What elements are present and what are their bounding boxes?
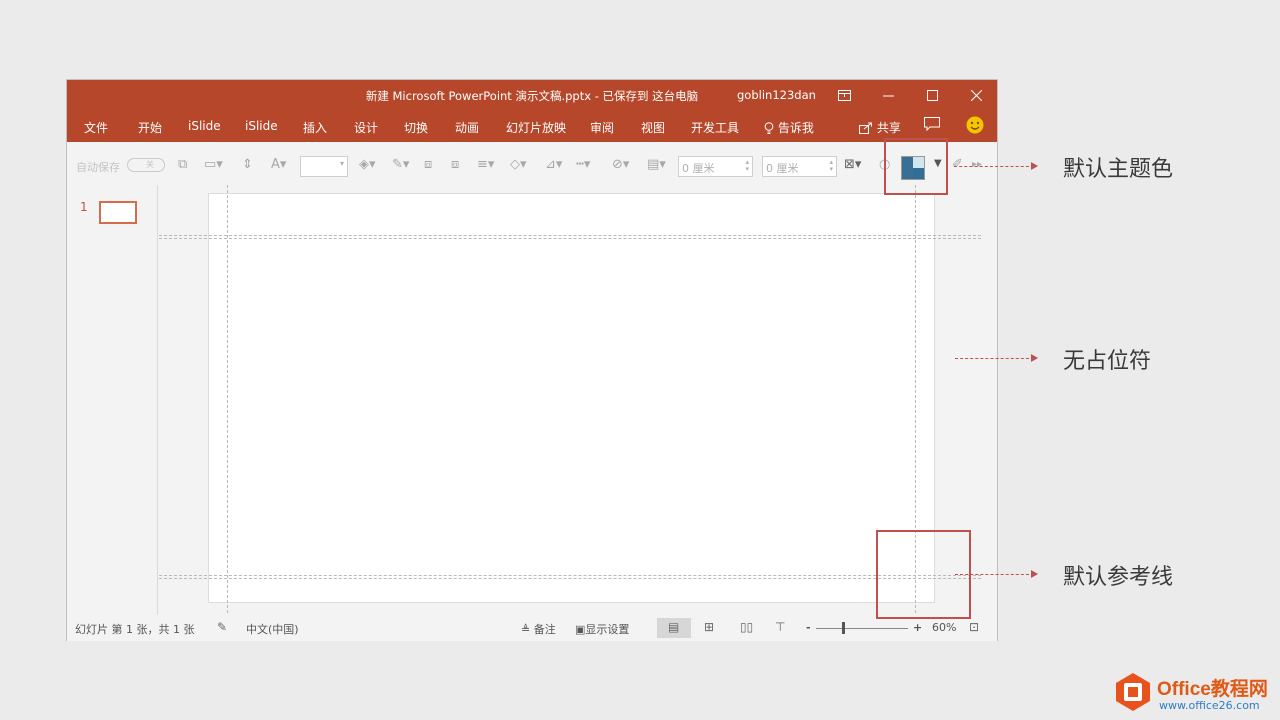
reading-view-icon[interactable]: ▯▯	[740, 620, 753, 634]
display-settings-icon: ▣	[575, 623, 586, 636]
tab-home[interactable]: 开始	[138, 119, 162, 136]
lightbulb-icon	[764, 122, 774, 134]
shape-height-field[interactable]: 0 厘米 ▴ ▾	[762, 156, 837, 177]
language-indicator[interactable]: 中文(中国)	[246, 621, 299, 637]
tab-transitions[interactable]: 切换	[404, 119, 428, 136]
zoom-out-button[interactable]: -	[806, 621, 811, 634]
slide-number: 1	[80, 200, 88, 214]
tab-insert[interactable]: 插入	[303, 119, 327, 136]
tab-animations[interactable]: 动画	[455, 119, 479, 136]
fit-to-window-icon[interactable]: ⊡	[969, 620, 979, 634]
paste-icon[interactable]: ▤▾	[647, 157, 666, 172]
shapes-icon[interactable]: ◇▾	[510, 157, 527, 172]
share-button[interactable]: 共享	[859, 119, 901, 136]
spacing-icon[interactable]: ⇕	[242, 157, 253, 172]
guide-line-left[interactable]	[227, 185, 228, 613]
feedback-smiley-icon[interactable]	[966, 116, 984, 137]
callout-label-no-placeholder: 无占位符	[1063, 349, 1152, 374]
tell-me-label: 告诉我	[777, 121, 814, 135]
watermark-url: www.office26.com	[1159, 699, 1260, 712]
slide-thumbnail[interactable]	[99, 201, 137, 224]
slide-thumbnail-pane: 1	[67, 185, 157, 615]
spell-check-icon[interactable]: ✎	[217, 620, 227, 634]
share-label: 共享	[876, 121, 901, 135]
zoom-in-button[interactable]: +	[913, 621, 922, 634]
normal-view-icon[interactable]: ▤	[668, 620, 679, 634]
pane-divider[interactable]	[157, 185, 158, 615]
tab-file[interactable]: 文件	[84, 119, 108, 136]
notes-label: 备注	[533, 623, 556, 636]
display-settings-label: 显示设置	[585, 623, 630, 636]
window-title: 新建 Microsoft PowerPoint 演示文稿.pptx - 已保存到…	[365, 89, 699, 103]
powerpoint-window: 新建 Microsoft PowerPoint 演示文稿.pptx - 已保存到…	[66, 79, 998, 641]
ungroup-icon[interactable]: ⧈	[451, 157, 459, 172]
callout-arrow-placeholder	[955, 358, 1034, 359]
guide-line-bottom[interactable]	[159, 575, 981, 576]
slide-sorter-icon[interactable]: ⊞	[704, 620, 714, 634]
slideshow-view-icon[interactable]: ⊤	[775, 620, 785, 634]
font-size-select[interactable]: ▾	[300, 156, 348, 177]
notes-icon: ≜	[521, 623, 534, 636]
callout-label-theme-color: 默认主题色	[1063, 157, 1174, 182]
slide-canvas[interactable]	[208, 193, 935, 603]
theme-color-highlight	[884, 138, 948, 195]
shape-width-field[interactable]: 0 厘米 ▴ ▾	[678, 156, 753, 177]
autosave-toggle[interactable]: 关	[127, 158, 165, 172]
zoom-slider-thumb[interactable]	[842, 622, 845, 634]
autosave-label: 自动保存	[76, 161, 120, 174]
guide-line-top[interactable]	[159, 235, 981, 236]
line-weight-icon[interactable]: ≡▾	[477, 157, 494, 172]
tab-developer[interactable]: 开发工具	[691, 119, 739, 136]
align-icon[interactable]: ⊿▾	[545, 157, 562, 172]
text-box-icon[interactable]: ⊠▾	[844, 157, 861, 172]
tab-islide-2[interactable]: iSlide	[245, 119, 278, 133]
tab-view[interactable]: 视图	[641, 119, 665, 136]
layout-icon[interactable]: ▭▾	[204, 157, 223, 172]
ribbon-tabs: 文件 开始 iSlide iSlide 插入 设计 切换 动画 幻灯片放映 审阅…	[67, 111, 997, 142]
minimize-icon[interactable]	[877, 85, 899, 105]
display-settings-button[interactable]: ▣显示设置	[575, 621, 629, 637]
dash-style-icon[interactable]: ┅▾	[576, 157, 590, 172]
fill-icon[interactable]: ◈▾	[359, 157, 376, 172]
notes-button[interactable]: ≜ 备注	[521, 621, 556, 637]
tell-me-search[interactable]: 告诉我	[764, 119, 814, 136]
zoom-level[interactable]: 60%	[932, 621, 956, 634]
font-color-icon[interactable]: A▾	[271, 157, 286, 172]
shape-height-value: 0 厘米	[766, 162, 799, 175]
callout-arrowhead-theme	[1031, 162, 1038, 170]
share-icon	[859, 122, 872, 134]
tab-islide[interactable]: iSlide	[188, 119, 221, 133]
shape-width-value: 0 厘米	[682, 162, 715, 175]
slide-count: 幻灯片 第 1 张，共 1 张	[75, 623, 195, 636]
callout-arrow-theme	[954, 166, 1034, 167]
quick-toolbar: 自动保存 关 ⧉ ▭▾ ⇕ A▾ ▾ ◈▾ ✎▾ ⧈ ⧈ ≡▾ ◇▾ ⊿▾ ┅▾…	[67, 142, 997, 185]
callout-arrowhead-placeholder	[1031, 354, 1038, 362]
effects-icon[interactable]: ⊘▾	[612, 157, 629, 172]
more-tools-icon[interactable]: ▸▸	[972, 159, 982, 170]
format-painter-icon[interactable]: ⧉	[178, 157, 187, 172]
maximize-icon[interactable]	[921, 85, 943, 105]
zoom-slider[interactable]	[816, 628, 908, 629]
watermark-title: Office教程网	[1157, 679, 1268, 700]
tab-slideshow[interactable]: 幻灯片放映	[506, 119, 566, 136]
guide-line-top-2[interactable]	[159, 238, 981, 239]
office-logo-icon	[1116, 673, 1150, 711]
tab-design[interactable]: 设计	[354, 119, 378, 136]
outline-icon[interactable]: ✎▾	[392, 157, 409, 172]
ribbon-display-options-icon[interactable]	[833, 85, 855, 105]
close-icon[interactable]	[965, 85, 987, 105]
guide-line-bottom-2[interactable]	[159, 578, 981, 579]
user-account[interactable]: goblin123dan	[737, 88, 816, 102]
title-bar: 新建 Microsoft PowerPoint 演示文稿.pptx - 已保存到…	[67, 80, 997, 111]
status-bar: 幻灯片 第 1 张，共 1 张 ✎ 中文(中国) ≜ 备注 ▣显示设置 ▤ ⊞ …	[67, 615, 997, 641]
comments-icon[interactable]	[924, 117, 940, 134]
autosave-state: 关	[146, 160, 154, 169]
pin-icon[interactable]: ✐	[952, 157, 963, 172]
callout-arrow-guides	[955, 574, 1034, 575]
callout-label-guides: 默认参考线	[1063, 565, 1174, 590]
tab-review[interactable]: 审阅	[590, 119, 614, 136]
callout-arrowhead-guides	[1031, 570, 1038, 578]
group-icon[interactable]: ⧈	[424, 157, 432, 172]
